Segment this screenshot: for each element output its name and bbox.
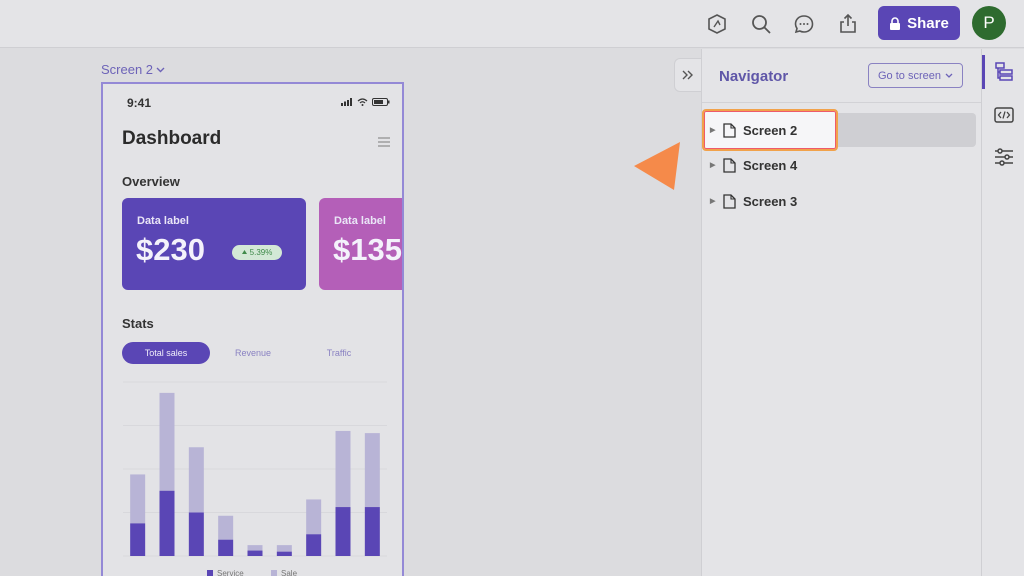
lock-icon	[890, 16, 901, 30]
go-to-screen-label: Go to screen	[878, 69, 941, 82]
active-indicator	[982, 55, 985, 89]
card-value: $135	[333, 232, 402, 267]
chevron-down-icon	[156, 67, 165, 72]
divider	[702, 102, 982, 103]
chart-bar-sale	[159, 392, 175, 491]
status-time: 9:41	[127, 96, 152, 110]
chart-bar-service	[218, 539, 234, 556]
tab-revenue[interactable]: Revenue	[213, 342, 293, 364]
legend-swatch	[207, 570, 213, 576]
tab-traffic[interactable]: Traffic	[299, 342, 379, 364]
expand-arrow-icon[interactable]: ▶	[710, 197, 716, 205]
navigator-title: Navigator	[719, 68, 789, 85]
page-icon	[723, 157, 736, 173]
layers-icon[interactable]	[993, 61, 1015, 83]
data-card[interactable]: Data label $230 5.39%	[122, 198, 306, 290]
trend-up-icon	[241, 250, 247, 254]
navigator-panel: Navigator Go to screen ▶ Screen 2 ▶ Scre…	[701, 49, 982, 576]
chevron-down-icon	[945, 73, 953, 78]
chart-bar-sale	[364, 433, 380, 508]
chart-bar-service	[159, 490, 175, 556]
trend-badge-value: 5.39%	[249, 248, 273, 257]
card-value: $230	[136, 232, 205, 267]
screen-selector-label: Screen 2	[101, 62, 154, 77]
collapse-panel-button[interactable]	[674, 58, 702, 92]
overview-heading: Overview	[122, 174, 180, 189]
legend-swatch	[271, 570, 277, 576]
double-chevron-right-icon	[682, 70, 693, 80]
expand-arrow-icon[interactable]: ▶	[710, 161, 716, 169]
legend-label: Sale	[281, 569, 298, 576]
chart-bar-service	[247, 550, 263, 556]
code-icon[interactable]	[993, 104, 1015, 126]
card-label: Data label	[137, 215, 189, 227]
page-icon	[723, 122, 736, 138]
navigator-item-label: Screen 4	[743, 157, 798, 173]
chart-bar-sale	[335, 430, 351, 508]
go-to-screen-dropdown[interactable]: Go to screen	[868, 63, 963, 88]
chart-bar-sale	[247, 545, 263, 551]
search-icon[interactable]	[747, 10, 775, 38]
comment-icon[interactable]	[790, 10, 818, 38]
page-icon	[723, 193, 736, 209]
menu-icon[interactable]	[378, 134, 390, 152]
data-card[interactable]: Data label $135	[319, 198, 402, 290]
chart-bar-service	[335, 507, 351, 556]
export-icon[interactable]	[834, 10, 862, 38]
navigator-item-screen-4[interactable]: ▶ Screen 4	[710, 155, 797, 175]
expand-arrow-icon[interactable]: ▶	[710, 126, 716, 134]
tab-total-sales[interactable]: Total sales	[122, 342, 210, 364]
top-bar: Share P	[0, 0, 1024, 48]
legend-label: Service	[217, 569, 244, 576]
settings-sliders-icon[interactable]	[993, 146, 1015, 168]
navigator-item-screen-2[interactable]: ▶ Screen 2	[710, 120, 797, 140]
dashboard-title: Dashboard	[122, 128, 222, 149]
chart-bar-service	[364, 507, 380, 556]
share-button-label: Share	[907, 14, 949, 32]
chart-bar-service	[306, 534, 322, 556]
chart-bar-service	[276, 551, 292, 556]
right-rail	[981, 49, 1024, 576]
navigator-item-label: Screen 2	[743, 122, 798, 138]
stats-heading: Stats	[122, 316, 154, 331]
chart-bar-sale	[218, 515, 234, 540]
navigator-item-label: Screen 3	[743, 193, 798, 209]
chart-bar-sale	[188, 447, 204, 513]
signal-icon	[341, 98, 352, 106]
chart-bar-sale	[130, 474, 146, 524]
ai-assistant-icon[interactable]	[703, 10, 731, 38]
chart-bar-sale	[276, 545, 292, 552]
trend-badge: 5.39%	[232, 245, 282, 260]
share-button[interactable]: Share	[878, 6, 960, 40]
tutorial-pointer-icon	[634, 142, 680, 190]
battery-icon	[372, 98, 390, 106]
card-label: Data label	[334, 215, 386, 227]
chart-bar-service	[130, 523, 146, 556]
wifi-icon	[357, 98, 368, 106]
screen-selector[interactable]: Screen 2	[101, 62, 165, 77]
navigator-item-screen-3[interactable]: ▶ Screen 3	[710, 191, 797, 211]
chart-bar-service	[188, 512, 204, 556]
status-icons	[341, 98, 390, 106]
phone-frame[interactable]: 9:41 Dashboard Overview Data label $230 …	[101, 82, 404, 576]
avatar[interactable]: P	[972, 6, 1006, 40]
stats-chart: Service Sale	[123, 381, 387, 576]
chart-bar-sale	[306, 499, 322, 535]
